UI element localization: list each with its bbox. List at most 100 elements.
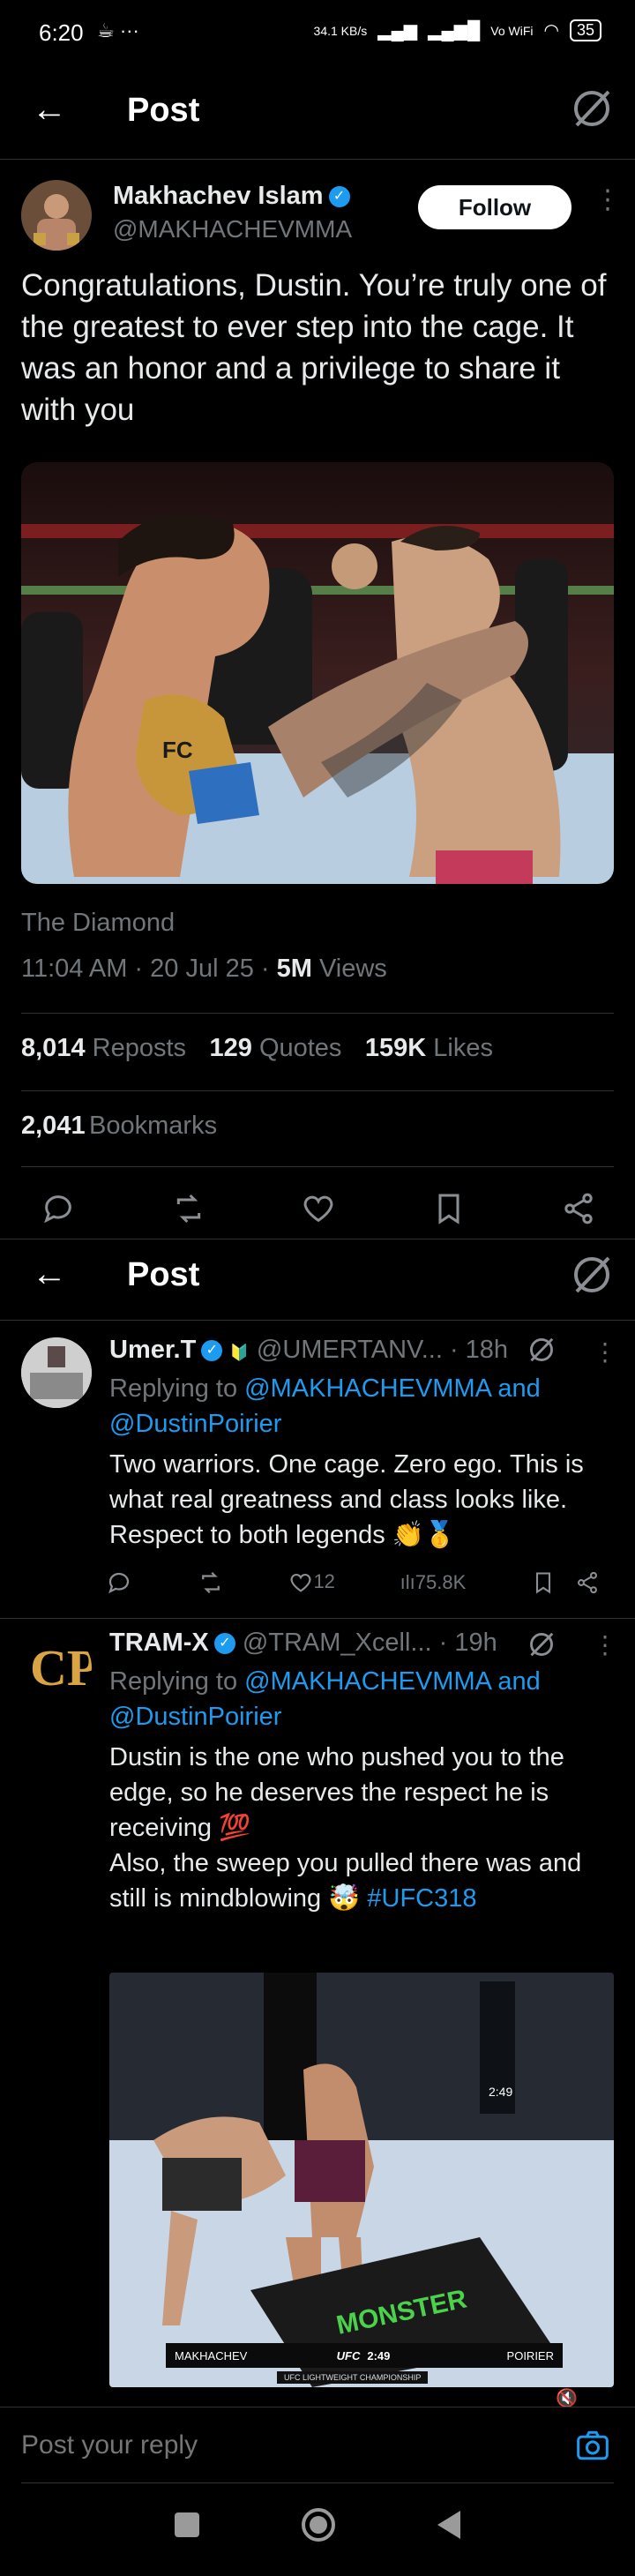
likes-stat[interactable]: 159K Likes [365, 1034, 493, 1062]
views-count: 5M [276, 955, 312, 983]
post-stats-row: 8,014 Reposts 129 Quotes 159K Likes [21, 1034, 493, 1063]
mention-link[interactable]: @MAKHACHEVMMA [244, 1667, 490, 1696]
reply-input[interactable] [21, 2424, 550, 2467]
camera-icon[interactable] [575, 2430, 610, 2461]
signal-icon-2: ▂▄▆█ [428, 21, 481, 41]
scorebug-fighter-2: POIRIER [506, 2348, 554, 2363]
post-actions [41, 1187, 596, 1230]
scorebug-fighter-1: MAKHACHEV [175, 2348, 248, 2363]
divider [0, 1320, 635, 1321]
reply-time: · 18h [449, 1336, 509, 1364]
status-time: 6:20 [39, 19, 84, 46]
bookmark-icon[interactable] [431, 1191, 467, 1226]
scorebug-org: UFC [336, 2348, 361, 2363]
recents-button[interactable] [175, 2512, 199, 2537]
hashtag-link[interactable]: #UFC318 [367, 1884, 476, 1913]
reply-icon[interactable] [106, 1569, 132, 1596]
scorebug-clock: 2:49 [367, 2348, 391, 2363]
sticky-header: ← Post [0, 1240, 635, 1314]
reply-avatar[interactable]: CP [21, 1632, 92, 1703]
status-icons: 34.1 KB/s ▂▄▆ ▂▄▆█ Vo WiFi ◠ 35 [314, 19, 601, 41]
reply-avatar[interactable] [21, 1337, 92, 1408]
wifi-icon: ◠ [543, 21, 559, 41]
repost-icon[interactable] [171, 1191, 206, 1226]
wifi-label: Vo WiFi [490, 23, 534, 38]
views-icon: ılı [400, 1571, 415, 1593]
replying-to: Replying to @MAKHACHEVMMA and @DustinPoi… [109, 1374, 541, 1438]
verified-badge-icon: ✓ [328, 186, 350, 208]
post-meta: 11:04 AM · 20 Jul 25 · 5M Views [21, 955, 387, 984]
repost-icon[interactable] [198, 1569, 224, 1596]
reply-header: Umer.T ✓ 🔰 @UMERTANV... · 18h [109, 1336, 508, 1365]
reply-author-name[interactable]: TRAM-X [109, 1629, 209, 1657]
signal-icon: ▂▄▆ [377, 21, 418, 41]
reply-header: TRAM-X ✓ @TRAM_Xcell... · 19h [109, 1629, 497, 1658]
back-arrow-icon[interactable]: ← [32, 1254, 67, 1294]
post-timestamp: 11:04 AM · 20 Jul 25 · [21, 955, 277, 983]
post-image[interactable]: FC [21, 462, 614, 884]
reply-handle[interactable]: @UMERTANV... [257, 1336, 443, 1364]
follow-button[interactable]: Follow [418, 185, 572, 229]
bookmark-icon[interactable] [531, 1570, 556, 1595]
affiliate-badge-icon: 🔰 [229, 1344, 250, 1361]
svg-text:CP: CP [30, 1639, 92, 1696]
svg-text:FC: FC [162, 737, 193, 763]
network-speed: 34.1 KB/s [313, 23, 368, 38]
reply-icon[interactable] [41, 1191, 76, 1226]
grok-icon[interactable] [526, 1334, 557, 1366]
bookmarks-stat[interactable]: 2,041 Bookmarks [21, 1112, 217, 1141]
share-icon[interactable] [561, 1191, 596, 1226]
video-scorebug: MAKHACHEV UFC 2:49 POIRIER [166, 2343, 563, 2368]
post-text: Congratulations, Dustin. You’re truly on… [21, 268, 607, 427]
back-button[interactable] [437, 2511, 460, 2539]
views-label: Views [311, 955, 387, 983]
author-handle[interactable]: @MAKHACHEVMMA [113, 215, 352, 243]
scorebug-subtitle: UFC LIGHTWEIGHT CHAMPIONSHIP [277, 2371, 429, 2384]
divider [21, 1090, 614, 1091]
reposts-stat[interactable]: 8,014 Reposts [21, 1034, 186, 1062]
reply-text: Two warriors. One cage. Zero ego. This i… [109, 1450, 584, 1549]
divider [0, 2407, 635, 2408]
author-name-row[interactable]: Makhachev Islam ✓ [113, 182, 350, 211]
reply-handle[interactable]: @TRAM_Xcell... [243, 1629, 432, 1657]
grok-icon[interactable] [570, 1253, 614, 1297]
reply-composer [0, 2408, 635, 2482]
home-button[interactable] [302, 2508, 335, 2542]
page-title: Post [127, 92, 200, 129]
more-options-icon[interactable]: ⋮ [593, 1337, 617, 1367]
mention-link[interactable]: @DustinPoirier [109, 1410, 281, 1438]
mention-link[interactable]: @MAKHACHEVMMA [244, 1374, 490, 1403]
grok-icon[interactable] [526, 1629, 557, 1660]
author-avatar[interactable] [21, 180, 92, 251]
post-location[interactable]: The Diamond [21, 909, 175, 938]
system-nav-bar [0, 2474, 635, 2576]
share-icon[interactable] [575, 1570, 600, 1595]
like-icon[interactable] [301, 1191, 336, 1226]
sticky-title: Post [127, 1256, 200, 1293]
notification-icons: ☕ ··· [97, 19, 139, 41]
divider [0, 1618, 635, 1619]
divider [0, 159, 635, 160]
more-options-icon[interactable]: ⋮ [594, 187, 621, 213]
quotes-stat[interactable]: 129 Quotes [209, 1034, 341, 1062]
divider [21, 1013, 614, 1014]
mention-link[interactable]: @DustinPoirier [109, 1703, 281, 1731]
like-icon [290, 1574, 311, 1592]
like-button[interactable]: 12 [288, 1569, 335, 1595]
author-name[interactable]: Makhachev Islam [113, 182, 324, 210]
video-clock: 2:49 [489, 2085, 512, 2099]
views-count: 75.8K [415, 1571, 467, 1593]
reply-video[interactable]: MONSTER 2:49 MAKHACHEV UFC 2:49 POIRIER … [109, 1973, 614, 2387]
views-button[interactable]: ılı75.8K [400, 1571, 467, 1594]
verified-badge-icon: ✓ [213, 1633, 235, 1655]
more-options-icon[interactable]: ⋮ [593, 1630, 617, 1659]
reply-actions: 12 ılı75.8K [106, 1567, 600, 1599]
verified-badge-icon: ✓ [201, 1340, 223, 1362]
top-header: ← Post [0, 71, 635, 150]
grok-icon[interactable] [570, 86, 614, 131]
divider [21, 1166, 614, 1167]
reply-text: Dustin is the one who pushed you to the … [109, 1743, 582, 1913]
like-count: 12 [313, 1569, 335, 1592]
back-arrow-icon[interactable]: ← [32, 90, 67, 130]
reply-author-name[interactable]: Umer.T [109, 1336, 196, 1364]
